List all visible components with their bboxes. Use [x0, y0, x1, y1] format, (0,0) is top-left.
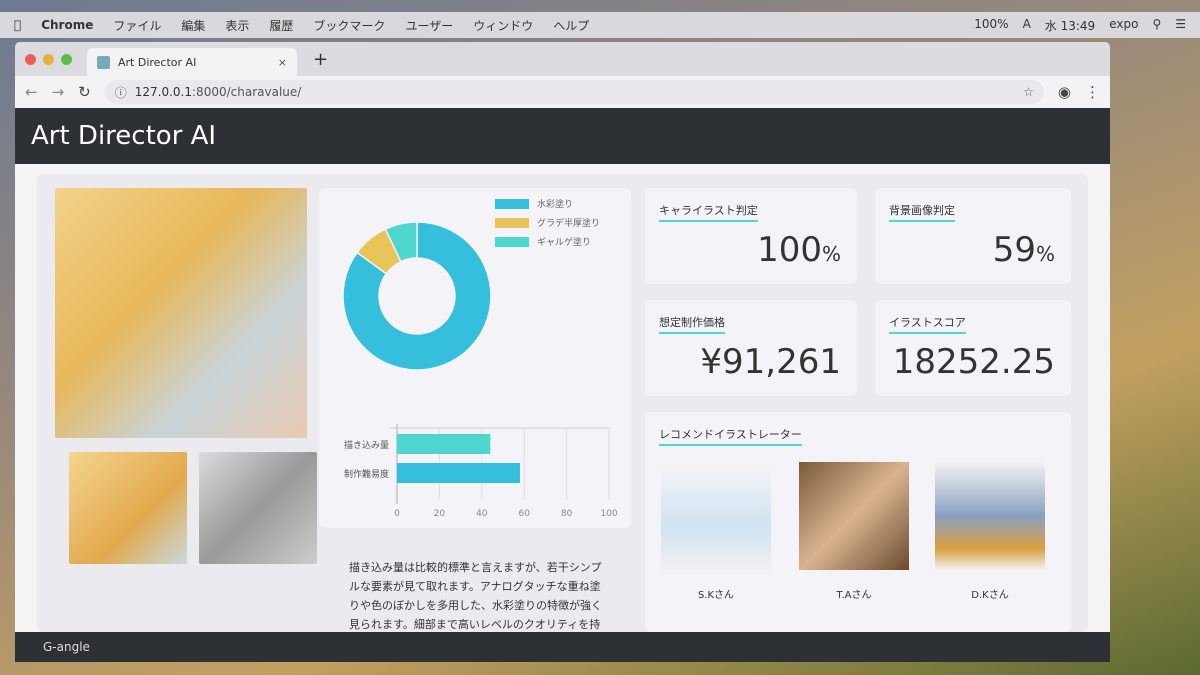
recommend-card: レコメンドイラストレーター S.Kさん T.Aさん D.Kさん — [645, 412, 1071, 632]
illustration-crop — [69, 452, 187, 564]
stat-background-judge: 背景画像判定 59% — [875, 188, 1071, 284]
search-icon[interactable]: ⚲ — [1152, 17, 1161, 34]
close-tab-icon[interactable]: × — [278, 56, 287, 69]
menu-history[interactable]: 履歴 — [269, 17, 293, 34]
tab-title: Art Director AI — [118, 55, 197, 69]
result-panel: 水彩塗り グラデ半厚塗り ギャルゲ塗り 0 20 40 60 80 100 描き込み量制作難… — [37, 174, 1088, 632]
bar-chart: 0 20 40 60 80 100 描き込み量制作難易度 — [344, 424, 618, 519]
chart-card: 水彩塗り グラデ半厚塗り ギャルゲ塗り 0 20 40 60 80 100 描き込み量制作難… — [319, 188, 631, 528]
app-title[interactable]: Art Director AI — [31, 121, 216, 151]
x-tick-label: 100 — [600, 509, 617, 519]
zoom-window-button[interactable] — [61, 54, 72, 65]
illustration-grayscale — [199, 452, 317, 564]
reload-icon[interactable]: ↻ — [78, 83, 91, 101]
stat-chara-judge: キャライラスト判定 100% — [645, 188, 857, 284]
menu-help[interactable]: ヘルプ — [553, 17, 589, 34]
menu-view[interactable]: 表示 — [225, 17, 249, 34]
app-header: Art Director AI — [15, 108, 1110, 164]
uploaded-illustration — [55, 188, 307, 438]
description-text: 描き込み量は比較的標準と言えますが、若干シンプ ルな要素が見て取れます。アナログタ… — [349, 561, 602, 631]
bookmark-star-icon[interactable]: ☆ — [1023, 85, 1034, 99]
info-icon: ⓘ — [114, 85, 127, 100]
new-tab-button[interactable]: + — [313, 49, 328, 70]
clock[interactable]: 水 13:49 — [1045, 17, 1095, 34]
apple-icon[interactable]:  — [14, 18, 21, 32]
legend-item[interactable]: グラデ半厚塗り — [495, 213, 600, 232]
minimize-window-button[interactable] — [43, 54, 54, 65]
recommend-item[interactable]: S.Kさん — [661, 462, 771, 601]
bar[interactable] — [397, 434, 491, 454]
address-toolbar: ← → ↻ ⓘ 127.0.0.1:8000/charavalue/ ☆ ◉ ⋮ — [15, 76, 1110, 108]
recommend-item[interactable]: D.Kさん — [935, 462, 1045, 601]
url-host: 127.0.0.1 — [134, 85, 193, 99]
app-footer: G-angle — [15, 632, 1110, 662]
bar[interactable] — [397, 463, 520, 483]
forward-icon[interactable]: → — [52, 83, 65, 101]
menu-bookmarks[interactable]: ブックマーク — [313, 17, 385, 34]
donut-legend: 水彩塗り グラデ半厚塗り ギャルゲ塗り — [495, 194, 600, 251]
macos-menubar:  Chrome ファイル 編集 表示 履歴 ブックマーク ユーザー ウィンドウ… — [0, 12, 1200, 38]
x-tick-label: 80 — [561, 509, 573, 519]
x-tick-label: 60 — [518, 509, 530, 519]
menu-file[interactable]: ファイル — [113, 17, 161, 34]
menu-user[interactable]: ユーザー — [405, 17, 453, 34]
menu-edit[interactable]: 編集 — [181, 17, 205, 34]
url-path: :8000/charavalue/ — [192, 85, 302, 99]
browser-window: Art Director AI × + ← → ↻ ⓘ 127.0.0.1:80… — [15, 42, 1110, 662]
x-tick-label: 40 — [476, 509, 488, 519]
x-tick-label: 0 — [394, 509, 400, 519]
url-bar[interactable]: ⓘ 127.0.0.1:8000/charavalue/ ☆ — [104, 80, 1044, 104]
list-icon[interactable]: ☰ — [1175, 17, 1186, 34]
profile-icon[interactable]: ◉ — [1058, 83, 1071, 101]
menu-kebab-icon[interactable]: ⋮ — [1085, 83, 1100, 101]
browser-tab[interactable]: Art Director AI × — [87, 48, 297, 76]
menu-window[interactable]: ウィンドウ — [473, 17, 533, 34]
main-content: 水彩塗り グラデ半厚塗り ギャルゲ塗り 0 20 40 60 80 100 描き込み量制作難… — [15, 164, 1110, 632]
legend-item[interactable]: ギャルゲ塗り — [495, 232, 600, 251]
battery-status[interactable]: 100% — [974, 17, 1008, 34]
y-tick-label: 制作難易度 — [344, 468, 389, 480]
user-name[interactable]: expo — [1109, 17, 1138, 34]
donut-chart — [342, 221, 492, 371]
stat-illust-score: イラストスコア 18252.25 — [875, 300, 1071, 396]
menu-app[interactable]: Chrome — [41, 18, 93, 32]
favicon-icon — [97, 55, 110, 69]
input-source[interactable]: A — [1023, 17, 1031, 34]
footer-brand[interactable]: G-angle — [43, 640, 90, 654]
close-window-button[interactable] — [25, 54, 36, 65]
tab-bar: Art Director AI × + — [15, 42, 1110, 76]
back-icon[interactable]: ← — [25, 83, 38, 101]
x-tick-label: 20 — [434, 509, 446, 519]
y-tick-label: 描き込み量 — [344, 439, 389, 451]
legend-item[interactable]: 水彩塗り — [495, 194, 600, 213]
stat-estimated-price: 想定制作価格 ¥91,261 — [645, 300, 857, 396]
recommend-item[interactable]: T.Aさん — [799, 462, 909, 601]
